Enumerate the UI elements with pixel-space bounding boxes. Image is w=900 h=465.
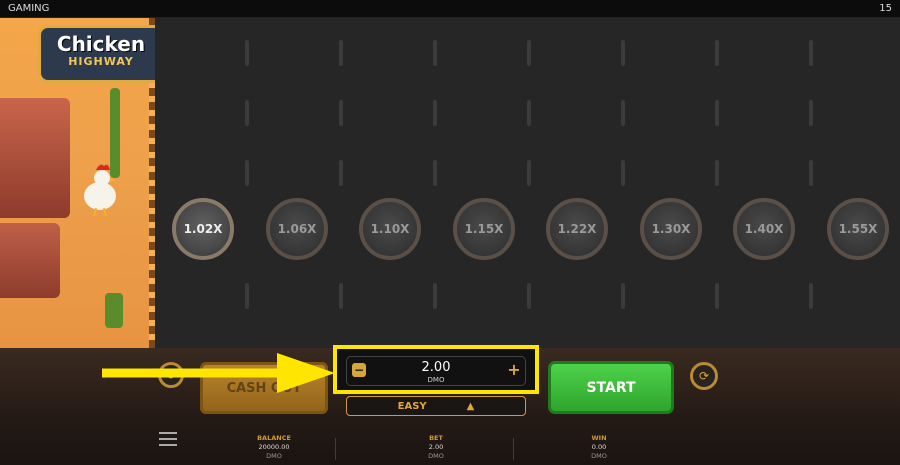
multiplier-coin: 1.02X xyxy=(172,198,234,260)
win-label: WIN xyxy=(591,434,607,442)
lane-divider xyxy=(339,160,343,186)
multiplier-coin: 1.10X xyxy=(359,198,421,260)
balance-currency: DMO xyxy=(266,451,282,460)
bet-stat: BET 2.00 DMO xyxy=(391,434,481,460)
lane-divider xyxy=(339,100,343,126)
lane-divider xyxy=(339,40,343,66)
lane-divider xyxy=(527,40,531,66)
lane-divider xyxy=(621,100,625,126)
balance-label: BALANCE xyxy=(257,434,291,442)
lane-divider xyxy=(527,283,531,309)
difficulty-value: EASY xyxy=(397,400,427,412)
lane-divider xyxy=(809,160,813,186)
lane-divider xyxy=(245,40,249,66)
lane-divider xyxy=(621,160,625,186)
divider xyxy=(335,438,336,460)
win-stat: WIN 0.00 DMO xyxy=(554,434,644,460)
lane-divider xyxy=(245,100,249,126)
autoplay-button[interactable]: ⟳ xyxy=(690,362,718,390)
lane-divider xyxy=(621,40,625,66)
minus-icon: − xyxy=(353,363,365,377)
lane-divider xyxy=(245,283,249,309)
lane-divider xyxy=(809,100,813,126)
bet-value: 2.00 xyxy=(421,360,451,375)
lane-divider xyxy=(245,160,249,186)
chicken-icon xyxy=(84,164,117,217)
rock xyxy=(0,223,60,298)
rock xyxy=(0,98,70,218)
lane-divider xyxy=(339,283,343,309)
menu-icon[interactable] xyxy=(159,432,177,446)
win-value: 0.00 xyxy=(591,442,607,451)
difficulty-select[interactable]: EASY ▲ xyxy=(346,396,526,416)
lane-divider xyxy=(527,160,531,186)
divider xyxy=(513,438,514,460)
bet-stat-currency: DMO xyxy=(428,451,444,460)
multiplier-coin: 1.06X xyxy=(266,198,328,260)
lane-divider xyxy=(621,283,625,309)
bet-label: BET xyxy=(429,434,443,442)
road: 1.02X 1.06X 1.10X 1.15X 1.22X 1.30X 1.40X 1.55X xyxy=(155,18,900,348)
lane-divider xyxy=(715,100,719,126)
logo-line-2: HIGHWAY xyxy=(68,55,134,68)
multiplier-coin: 1.15X xyxy=(453,198,515,260)
win-currency: DMO xyxy=(591,451,607,460)
bet-stat-value: 2.00 xyxy=(428,442,444,451)
lane-divider xyxy=(715,283,719,309)
lane-divider xyxy=(433,100,437,126)
cactus-icon xyxy=(105,293,123,328)
plus-button[interactable]: + xyxy=(507,360,521,379)
bet-currency: DMO xyxy=(427,376,445,384)
lane-divider xyxy=(715,160,719,186)
lane-divider xyxy=(809,40,813,66)
lane-divider xyxy=(527,100,531,126)
top-bar: GAMING 15 xyxy=(0,0,900,18)
autoplay-icon: ⟳ xyxy=(698,369,710,383)
start-label: START xyxy=(586,379,636,396)
lane-divider xyxy=(809,283,813,309)
minus-button[interactable]: − xyxy=(352,363,366,377)
annotation-arrow xyxy=(102,353,335,393)
game-logo: Chicken HIGHWAY xyxy=(38,25,164,83)
balance-value: 20000.00 xyxy=(258,442,290,451)
lane-divider xyxy=(433,283,437,309)
app-title: GAMING xyxy=(8,3,50,14)
multiplier-coin: 1.30X xyxy=(640,198,702,260)
multiplier-coin: 1.40X xyxy=(733,198,795,260)
plus-icon: + xyxy=(507,360,521,379)
top-count: 15 xyxy=(879,3,892,14)
multiplier-coin: 1.55X xyxy=(827,198,889,260)
logo-line-1: Chicken xyxy=(56,32,146,56)
lane-divider xyxy=(433,160,437,186)
multiplier-coin: 1.22X xyxy=(546,198,608,260)
start-button[interactable]: START xyxy=(548,361,674,414)
arrow-up-icon: ▲ xyxy=(466,400,475,412)
balance-stat: BALANCE 20000.00 DMO xyxy=(229,434,319,460)
lane-divider xyxy=(715,40,719,66)
lane-divider xyxy=(433,40,437,66)
